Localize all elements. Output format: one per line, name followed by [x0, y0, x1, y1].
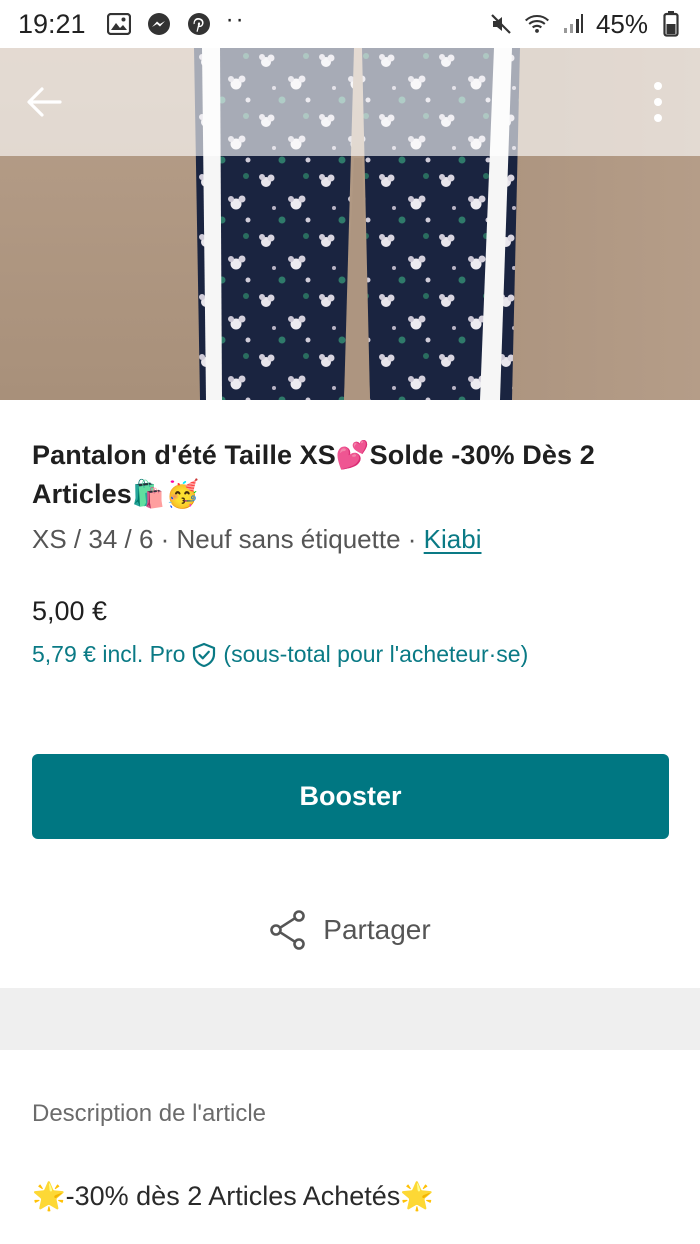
battery-percent: 45%	[595, 8, 648, 39]
booster-button[interactable]: Booster	[32, 754, 669, 839]
gallery-icon	[106, 11, 132, 37]
arrow-left-icon	[27, 87, 62, 117]
mute-icon	[488, 11, 514, 37]
item-size: XS / 34 / 6	[32, 524, 154, 554]
item-attributes: XS / 34 / 6 · Neuf sans étiquette · Kiab…	[32, 522, 672, 556]
title-text-1: Pantalon d'été Taille XS	[32, 440, 336, 470]
attr-separator: ·	[153, 524, 177, 554]
section-divider	[0, 988, 700, 1050]
title-emoji-1: 💕	[335, 440, 370, 471]
pinterest-icon	[186, 11, 212, 37]
share-button[interactable]: Partager	[0, 900, 700, 960]
item-info: Pantalon d'été Taille XS💕Solde -30% Dès …	[32, 400, 672, 668]
item-condition: Neuf sans étiquette	[176, 524, 401, 554]
battery-icon	[658, 11, 684, 37]
star-emoji-right: 🌟	[400, 1181, 434, 1212]
brand-link[interactable]: Kiabi	[424, 524, 482, 554]
item-price: 5,00 €	[32, 596, 108, 626]
pro-price-amount: 5,79 € incl. Pro	[32, 641, 186, 667]
title-emoji-2: 🛍️🥳	[131, 479, 200, 510]
screen: 19:21 ·· 45% Pantalon d'été Taille XS💕So…	[0, 0, 700, 1244]
top-app-bar	[0, 48, 700, 156]
item-title: Pantalon d'été Taille XS💕Solde -30% Dès …	[32, 436, 672, 514]
share-label: Partager	[323, 914, 431, 945]
description-text: 🌟-30% dès 2 Articles Achetés🌟	[32, 1180, 434, 1212]
wifi-icon	[524, 11, 550, 37]
description-body: -30% dès 2 Articles Achetés	[65, 1181, 401, 1211]
star-emoji-left: 🌟	[32, 1181, 66, 1212]
status-bar: 19:21 ·· 45%	[0, 0, 700, 48]
pro-price-note: (sous-total pour l'acheteur·se)	[223, 641, 529, 667]
signal-icon	[560, 11, 586, 37]
back-button[interactable]	[22, 80, 66, 124]
messenger-icon	[146, 11, 172, 37]
share-icon	[270, 910, 306, 950]
product-photo[interactable]	[0, 48, 700, 400]
attr-separator-2: ·	[400, 524, 424, 554]
more-notifications-indicator: ··	[225, 6, 246, 33]
status-time: 19:21	[18, 8, 86, 39]
pro-price-row[interactable]: 5,79 € incl. Pro (sous-total pour l'ache…	[32, 641, 672, 668]
description-header: Description de l'article	[32, 1100, 267, 1127]
more-options-button[interactable]	[646, 78, 670, 126]
more-vertical-icon	[654, 82, 662, 122]
shield-check-icon	[191, 642, 217, 668]
